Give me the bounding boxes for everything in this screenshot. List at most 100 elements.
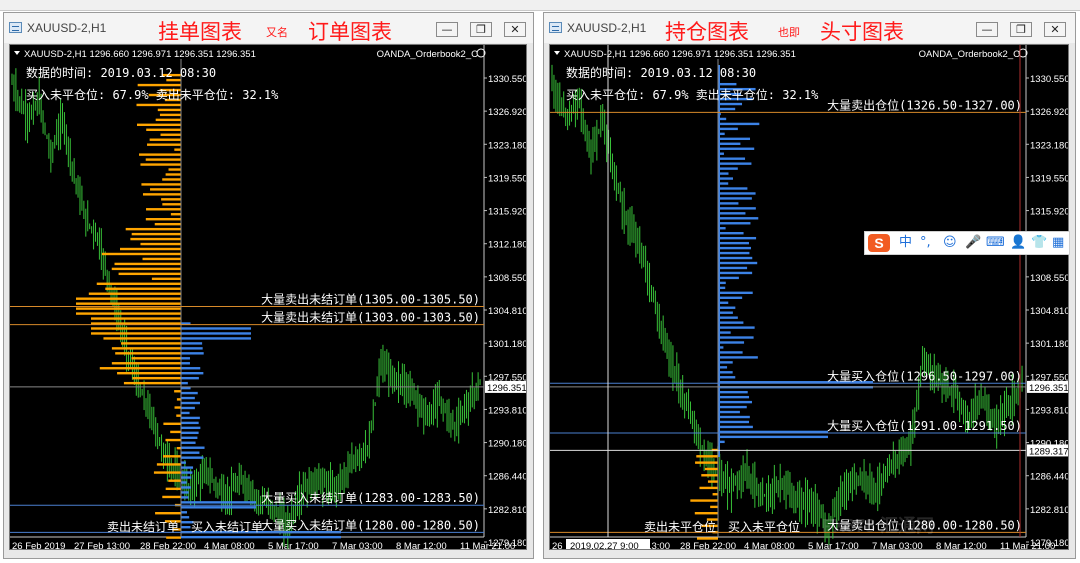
minimize-button[interactable]: — <box>976 22 998 37</box>
level-annotation: 大量买入仓位(1291.00-1291.50) <box>827 418 1022 433</box>
close-button[interactable]: ✕ <box>1044 22 1066 37</box>
sell-order-bar <box>91 317 181 320</box>
sell-order-bar <box>154 222 181 226</box>
skin-icon[interactable]: 👕 <box>1031 235 1047 251</box>
keyboard-icon[interactable]: ⌨ <box>986 235 1005 251</box>
chinese-mode-icon[interactable]: 中 <box>899 235 912 251</box>
restore-button[interactable]: ❐ <box>470 22 492 37</box>
sell-order-bar <box>142 257 181 261</box>
alias-note: 又名 <box>266 26 288 39</box>
title-bar[interactable]: XAUUSD-2,H1 持仓图表 也即 头寸图表 — ❐ ✕ <box>544 13 1075 44</box>
sell-order-bar <box>136 123 181 127</box>
level-annotation: 大量卖出仓位(1326.50-1327.00) <box>827 97 1022 112</box>
price-axis-label: 1293.810 <box>1030 405 1069 416</box>
buy-order-bar <box>181 416 200 420</box>
price-axis-label: 1304.810 <box>1030 306 1069 317</box>
punctuation-icon[interactable]: °, <box>920 235 931 251</box>
buy-position-bar <box>718 82 737 86</box>
buy-position-bar <box>718 137 751 141</box>
sell-position-bar <box>694 512 718 515</box>
time-axis-label: 26 Feb 2019 <box>12 541 65 550</box>
close-button[interactable]: ✕ <box>504 22 526 37</box>
level-annotation: 大量买入仓位(1296.50-1297.00) <box>827 368 1022 383</box>
buy-position-bar <box>718 306 736 309</box>
ime-toolbar[interactable]: S 中 °, ☺ 🎤 ⌨ 👤 👕 ▦ <box>864 231 1070 255</box>
buy-position-bar <box>718 162 752 165</box>
time-axis-label: 11 Mar 21:00 <box>1000 541 1055 550</box>
buy-order-bar <box>181 352 204 355</box>
buy-order-bar <box>181 347 203 350</box>
sell-position-bar <box>695 461 718 464</box>
buy-order-bar <box>181 362 190 365</box>
sell-order-bar <box>111 362 181 365</box>
toolbox-icon[interactable]: ▦ <box>1052 235 1064 251</box>
sell-order-bar <box>111 347 181 350</box>
price-axis-label: 1315.920 <box>488 207 527 218</box>
time-axis-label: 11 Mar 21:00 <box>460 541 515 550</box>
price-chart[interactable]: 1330.550 1326.920 1323.180 1319.550 1315.920… <box>549 44 1069 550</box>
restore-button[interactable]: ❐ <box>1010 22 1032 37</box>
buy-position-bar <box>718 400 752 404</box>
buy-order-bar <box>181 391 198 395</box>
sell-order-bar <box>168 479 181 482</box>
buy-order-bar <box>181 486 191 489</box>
price-axis-label: 1326.920 <box>1030 107 1069 118</box>
buy-position-bar <box>718 341 745 344</box>
buy-order-bar <box>181 491 189 494</box>
symbol-line: XAUUSD-2,H1 1296.660 1296.971 1296.351 1… <box>24 49 256 60</box>
buy-position-bar <box>718 266 748 270</box>
time-axis-label: 7 Mar 03:00 <box>332 541 383 550</box>
buy-position-bar <box>718 246 751 250</box>
buy-position-bar <box>718 207 756 210</box>
price-axis-label: 1312.180 <box>488 240 527 251</box>
buy-position-bar <box>718 291 753 295</box>
current-price-label: 1296.351 <box>1029 383 1069 394</box>
price-axis-label: 1323.180 <box>1030 140 1069 151</box>
time-axis-label: 8 Mar 12:00 <box>936 541 987 550</box>
price-chart[interactable]: 1330.550 1326.920 1323.180 1319.550 1315.920… <box>9 44 527 550</box>
buy-position-bar <box>718 197 752 200</box>
sell-order-bar <box>168 168 181 171</box>
sell-order-bar <box>130 237 181 241</box>
buy-position-bar <box>718 236 757 240</box>
sell-order-bar <box>76 297 181 300</box>
sell-position-bar <box>696 537 718 540</box>
user-icon[interactable]: 👤 <box>1010 235 1026 251</box>
sell-order-bar <box>131 232 181 236</box>
buy-position-bar <box>718 217 759 220</box>
sogou-logo-icon[interactable]: S <box>868 234 890 252</box>
minimize-button[interactable]: — <box>436 22 458 37</box>
buy-side-label: 买入未结订单 <box>191 520 263 534</box>
menu-bar <box>0 0 1080 11</box>
sell-side-label: 卖出未结订单 <box>107 520 179 534</box>
sell-order-bar <box>140 242 181 246</box>
buy-position-bar <box>718 336 754 339</box>
title-bar[interactable]: XAUUSD-2,H1 挂单图表 又名 订单图表 — ❐ ✕ <box>4 13 533 44</box>
buy-order-bar <box>181 535 341 539</box>
chart-canvas[interactable]: 1330.550 1326.920 1323.180 1319.550 1315.920… <box>10 45 527 550</box>
sell-order-bar <box>123 381 181 385</box>
chart-canvas[interactable]: 1330.550 1326.920 1323.180 1319.550 1315.920… <box>550 45 1069 550</box>
position-book-window: XAUUSD-2,H1 持仓图表 也即 头寸图表 — ❐ ✕ 1330.550 1… <box>543 12 1076 559</box>
sell-position-bar <box>701 474 718 477</box>
data-time-text: 数据的时间: 2019.03.12 08:30 <box>26 65 216 80</box>
emoji-icon[interactable]: ☺ <box>943 235 957 251</box>
buy-order-bar <box>181 451 200 454</box>
sell-order-bar <box>99 367 181 370</box>
buy-order-bar <box>181 456 204 459</box>
buy-order-bar <box>181 436 198 439</box>
buy-position-bar <box>718 361 733 364</box>
buy-order-bar <box>181 466 194 469</box>
sell-side-label: 卖出未平仓位 <box>644 519 716 534</box>
buy-order-bar <box>181 516 190 519</box>
level-annotation: 大量卖出未结订单(1303.00-1303.50) <box>261 311 480 325</box>
sell-order-bar <box>170 430 181 434</box>
price-axis-label: 1282.810 <box>488 505 527 516</box>
microphone-icon[interactable]: 🎤 <box>965 235 981 251</box>
sell-order-bar <box>146 208 181 211</box>
time-axis-label: 28 Feb 22:00 <box>680 541 736 550</box>
buy-order-bar <box>181 401 200 405</box>
buy-position-bar <box>718 296 743 299</box>
buy-position-bar <box>718 395 750 399</box>
sell-order-bar <box>176 414 181 417</box>
